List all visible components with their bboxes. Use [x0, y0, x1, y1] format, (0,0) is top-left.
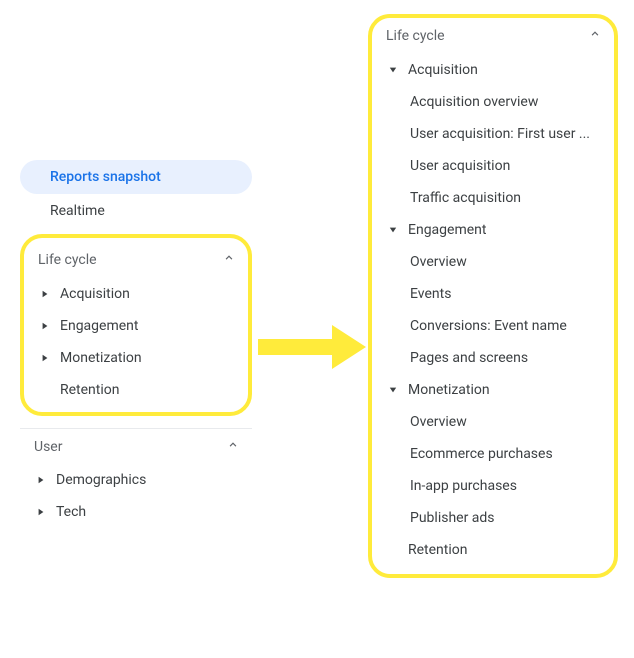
life-cycle-expanded-highlight: Life cycle Acquisition Acquisition overv…: [368, 14, 618, 578]
traffic-acquisition-item[interactable]: Traffic acquisition: [372, 182, 614, 214]
monetization-item-right[interactable]: Monetization: [372, 374, 614, 406]
caret-down-icon: [386, 66, 400, 74]
chevron-up-icon: [588, 27, 602, 45]
reports-snapshot-label: Reports snapshot: [50, 169, 236, 185]
caret-right-icon: [38, 290, 52, 298]
arrow-icon: [258, 325, 366, 373]
left-nav-panel: Reports snapshot Realtime Life cycle Acq…: [20, 160, 252, 528]
engagement-item-right[interactable]: Engagement: [372, 214, 614, 246]
retention-label-right: Retention: [408, 542, 468, 558]
user-acquisition-first-item[interactable]: User acquisition: First user ...: [372, 118, 614, 150]
life-cycle-section-header-right[interactable]: Life cycle: [372, 18, 614, 54]
conversions-item[interactable]: Conversions: Event name: [372, 310, 614, 342]
engagement-item[interactable]: Engagement: [24, 310, 248, 342]
monetization-label-right: Monetization: [408, 382, 490, 398]
life-cycle-title: Life cycle: [38, 252, 97, 268]
monetization-overview-item[interactable]: Overview: [372, 406, 614, 438]
chevron-up-icon: [222, 251, 236, 269]
monetization-item[interactable]: Monetization: [24, 342, 248, 374]
acquisition-label-right: Acquisition: [408, 62, 478, 78]
right-nav-panel: Life cycle Acquisition Acquisition overv…: [368, 14, 618, 578]
retention-label: Retention: [60, 382, 120, 398]
tech-label: Tech: [56, 504, 86, 520]
tech-item[interactable]: Tech: [20, 496, 252, 528]
realtime-item[interactable]: Realtime: [20, 194, 252, 228]
publisher-ads-item[interactable]: Publisher ads: [372, 502, 614, 534]
life-cycle-title-right: Life cycle: [386, 28, 445, 44]
engagement-overview-item[interactable]: Overview: [372, 246, 614, 278]
retention-item-right[interactable]: Retention: [372, 534, 614, 566]
life-cycle-section-header[interactable]: Life cycle: [24, 242, 248, 278]
life-cycle-highlight: Life cycle Acquisition Engagement Moneti…: [20, 234, 252, 416]
user-title: User: [34, 439, 62, 455]
caret-right-icon: [38, 354, 52, 362]
caret-right-icon: [34, 508, 48, 516]
realtime-label: Realtime: [50, 203, 236, 219]
caret-right-icon: [34, 476, 48, 484]
inapp-item[interactable]: In-app purchases: [372, 470, 614, 502]
acquisition-item[interactable]: Acquisition: [24, 278, 248, 310]
retention-item[interactable]: Retention: [24, 374, 248, 406]
acquisition-label: Acquisition: [60, 286, 130, 302]
pages-screens-item[interactable]: Pages and screens: [372, 342, 614, 374]
monetization-label: Monetization: [60, 350, 142, 366]
user-acquisition-item[interactable]: User acquisition: [372, 150, 614, 182]
demographics-item[interactable]: Demographics: [20, 464, 252, 496]
acquisition-overview-item[interactable]: Acquisition overview: [372, 86, 614, 118]
reports-snapshot-item[interactable]: Reports snapshot: [20, 160, 252, 194]
engagement-label: Engagement: [60, 318, 138, 334]
user-section-header[interactable]: User: [20, 428, 252, 464]
engagement-label-right: Engagement: [408, 222, 486, 238]
events-item[interactable]: Events: [372, 278, 614, 310]
acquisition-item-right[interactable]: Acquisition: [372, 54, 614, 86]
caret-down-icon: [386, 386, 400, 394]
caret-down-icon: [386, 226, 400, 234]
demographics-label: Demographics: [56, 472, 146, 488]
caret-right-icon: [38, 322, 52, 330]
chevron-up-icon: [226, 438, 240, 456]
ecommerce-item[interactable]: Ecommerce purchases: [372, 438, 614, 470]
